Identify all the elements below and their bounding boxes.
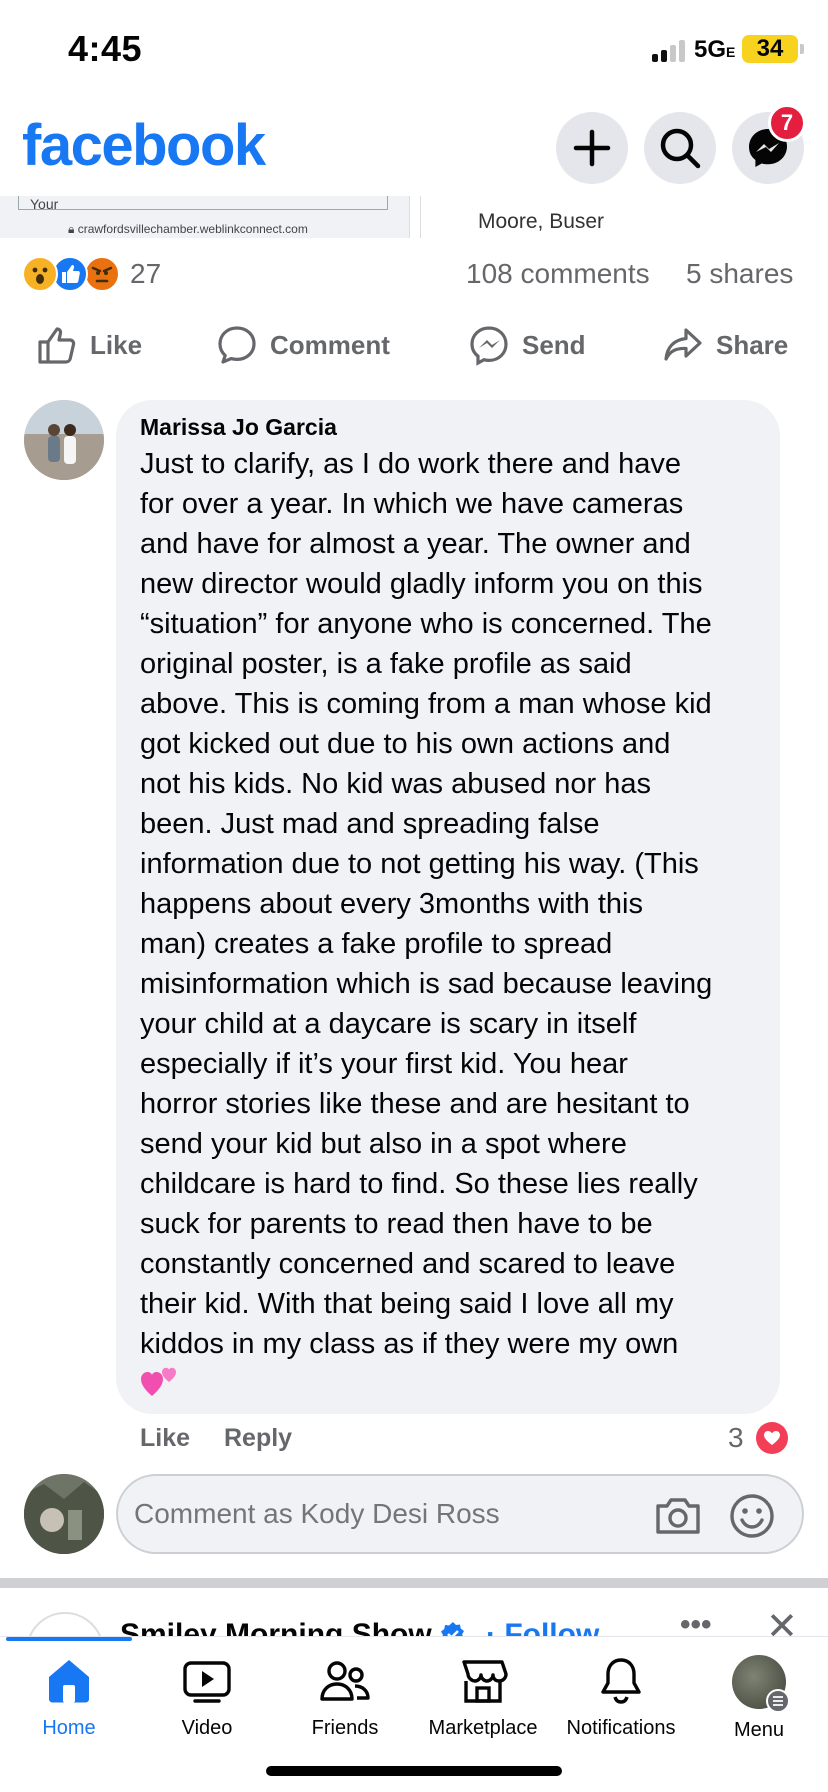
- nav-marketplace-label: Marketplace: [428, 1717, 538, 1739]
- nav-home[interactable]: Home: [0, 1655, 138, 1740]
- lock-icon: 🔒︎: [68, 222, 78, 236]
- share-arrow-icon: [664, 328, 702, 361]
- messenger-send-icon: [470, 326, 508, 366]
- preview-table: [18, 196, 388, 210]
- nav-notifications-label: Notifications: [566, 1717, 676, 1739]
- menu-lines-icon: [766, 1689, 790, 1713]
- network-indicator: 5GE: [694, 36, 736, 63]
- nav-menu[interactable]: Menu: [690, 1655, 828, 1742]
- camera-button[interactable]: [654, 1494, 702, 1541]
- next-post-page-name[interactable]: Smiley Morning Show: [120, 1618, 466, 1636]
- share-button[interactable]: Share: [662, 320, 788, 370]
- nav-friends[interactable]: Friends: [276, 1655, 414, 1740]
- comment-author-avatar[interactable]: [24, 400, 104, 480]
- shares-count[interactable]: 5 shares: [686, 258, 793, 290]
- verified-badge-icon: [441, 1622, 465, 1636]
- love-reaction-icon[interactable]: [756, 1422, 788, 1454]
- marketplace-icon: [462, 1660, 508, 1703]
- send-button[interactable]: Send: [468, 320, 586, 370]
- close-icon[interactable]: ✕: [766, 1604, 798, 1636]
- next-post-avatar[interactable]: [26, 1612, 104, 1636]
- like-button[interactable]: Like: [36, 320, 142, 370]
- comment-reaction-count[interactable]: 3: [728, 1422, 744, 1454]
- wow-reaction-icon: [22, 256, 58, 292]
- smiley-icon: [730, 1494, 774, 1538]
- nav-friends-label: Friends: [311, 1717, 379, 1739]
- comment-composer[interactable]: [116, 1474, 804, 1554]
- nav-video[interactable]: Video: [138, 1655, 276, 1740]
- nav-menu-label: Menu: [733, 1719, 785, 1741]
- emoji-button[interactable]: [728, 1492, 776, 1545]
- bell-icon: [601, 1658, 641, 1704]
- search-button[interactable]: [644, 112, 716, 184]
- profile-avatar: [732, 1655, 790, 1713]
- comment-icon: [218, 326, 256, 364]
- battery-icon: [800, 44, 804, 54]
- nav-video-label: Video: [181, 1717, 233, 1739]
- friends-icon: [320, 1661, 370, 1701]
- active-tab-indicator: [6, 1637, 132, 1641]
- camera-icon: [656, 1498, 700, 1534]
- signal-strength-icon: [652, 40, 685, 62]
- nav-home-label: Home: [42, 1717, 96, 1739]
- reaction-icons[interactable]: [22, 256, 124, 292]
- status-time: 4:45: [68, 28, 143, 69]
- current-user-avatar[interactable]: [24, 1474, 104, 1554]
- comment-author-name[interactable]: Marissa Jo Garcia: [140, 414, 337, 441]
- facebook-logo[interactable]: facebook: [22, 112, 266, 179]
- more-options-icon[interactable]: •••: [680, 1608, 712, 1636]
- reaction-count[interactable]: 27: [130, 258, 161, 290]
- preview-url: 🔒︎ crawfordsvillechamber.weblinkconnect.…: [68, 222, 308, 236]
- comment-input[interactable]: [134, 1498, 614, 1530]
- home-icon: [49, 1660, 89, 1703]
- preview-image: Your 🔒︎ crawfordsvillechamber.weblinkcon…: [0, 196, 410, 238]
- angry-reaction-icon: [84, 256, 120, 292]
- comment-text: Just to clarify, as I do work there and …: [140, 448, 713, 1360]
- two-hearts-icon: [140, 1364, 180, 1405]
- follow-button[interactable]: · Follow: [486, 1618, 599, 1636]
- messenger-badge: 7: [768, 104, 806, 142]
- battery-level: 34: [742, 35, 798, 63]
- preview-names: Moore, Buser: [478, 210, 605, 233]
- nav-marketplace[interactable]: Marketplace: [414, 1655, 552, 1740]
- nav-notifications[interactable]: Notifications: [552, 1655, 690, 1740]
- link-preview[interactable]: Your 🔒︎ crawfordsvillechamber.weblinkcon…: [0, 196, 828, 238]
- comment-button[interactable]: Comment: [216, 320, 390, 370]
- plus-icon: [573, 129, 611, 167]
- next-post-header[interactable]: Smiley Morning Show · Follow ••• ✕: [0, 1588, 828, 1636]
- preview-table-label: Your: [30, 196, 59, 212]
- comment-reply-button[interactable]: Reply: [224, 1424, 292, 1453]
- create-button[interactable]: [556, 112, 628, 184]
- avatar-photo: [24, 400, 104, 480]
- comment-like-button[interactable]: Like: [140, 1424, 190, 1453]
- search-icon: [660, 128, 701, 169]
- video-icon: [183, 1661, 231, 1703]
- home-indicator: [266, 1766, 562, 1776]
- comments-count[interactable]: 108 comments: [466, 258, 650, 290]
- feed-divider: [0, 1578, 828, 1588]
- thumbs-up-icon: [38, 327, 76, 364]
- avatar-photo: [24, 1474, 104, 1554]
